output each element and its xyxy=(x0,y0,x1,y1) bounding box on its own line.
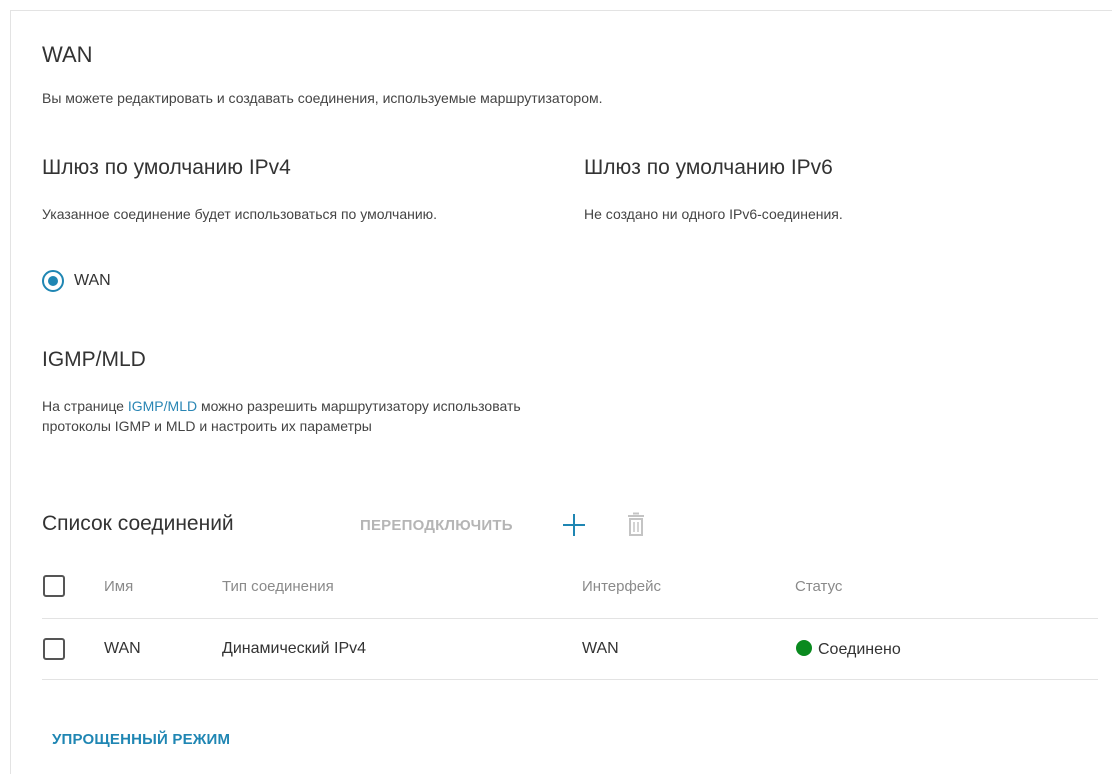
column-header-name[interactable]: Имя xyxy=(104,578,133,595)
igmp-description: На странице IGMP/MLD можно разрешить мар… xyxy=(42,396,552,436)
ipv6-gateway-title: Шлюз по умолчанию IPv6 xyxy=(584,156,833,179)
row-interface: WAN xyxy=(582,640,619,657)
table-row[interactable] xyxy=(42,619,1098,679)
delete-connection-button[interactable] xyxy=(621,510,651,540)
connections-title: Список соединений xyxy=(42,512,234,535)
plus-icon xyxy=(563,514,585,536)
row-status-label: Соединено xyxy=(818,641,901,658)
igmp-text-before: На странице xyxy=(42,398,128,414)
table-row-divider xyxy=(42,679,1098,680)
ipv4-gateway-radio-wan[interactable]: WAN xyxy=(42,270,111,292)
trash-icon xyxy=(628,512,644,536)
radio-button[interactable] xyxy=(42,270,64,292)
column-header-type[interactable]: Тип соединения xyxy=(222,578,334,595)
ipv4-gateway-title: Шлюз по умолчанию IPv4 xyxy=(42,156,291,179)
radio-selected-dot xyxy=(48,276,58,286)
row-name: WAN xyxy=(104,640,141,657)
radio-label: WAN xyxy=(74,272,111,289)
select-all-checkbox[interactable] xyxy=(43,575,65,597)
page-title: WAN xyxy=(42,42,93,67)
add-connection-button[interactable] xyxy=(559,510,589,540)
igmp-mld-link[interactable]: IGMP/MLD xyxy=(128,398,197,414)
status-connected-icon xyxy=(796,640,812,656)
ipv6-gateway-description: Не создано ни одного IPv6-соединения. xyxy=(584,206,843,222)
row-status: Соединено xyxy=(796,640,901,659)
simple-mode-link[interactable]: УПРОЩЕННЫЙ РЕЖИМ xyxy=(52,731,230,748)
column-header-interface[interactable]: Интерфейс xyxy=(582,578,661,595)
reconnect-button[interactable]: ПЕРЕПОДКЛЮЧИТЬ xyxy=(360,517,513,534)
row-checkbox[interactable] xyxy=(43,638,65,660)
ipv4-gateway-description: Указанное соединение будет использоватьс… xyxy=(42,206,438,222)
column-header-status[interactable]: Статус xyxy=(795,578,842,595)
igmp-title: IGMP/MLD xyxy=(42,348,146,371)
row-type: Динамический IPv4 xyxy=(222,640,367,657)
page-description: Вы можете редактировать и создавать соед… xyxy=(42,90,603,106)
